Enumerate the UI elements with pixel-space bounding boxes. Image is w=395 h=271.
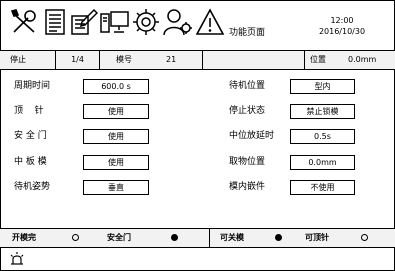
param-label: 取物位置 bbox=[229, 157, 266, 167]
position-readout: 位置 0.0mm bbox=[305, 51, 393, 69]
settings-gear-icon[interactable] bbox=[132, 8, 160, 36]
param-label: 顶 针 bbox=[14, 106, 44, 116]
insert-field[interactable]: 不使用 bbox=[290, 180, 355, 195]
param-label: 模内嵌件 bbox=[229, 182, 266, 192]
notes-icon[interactable] bbox=[70, 8, 98, 36]
signal-label-mold-close: 可关模 bbox=[220, 233, 244, 242]
machine-state: 停止 bbox=[0, 51, 56, 69]
signal-indicator-mold-close bbox=[275, 234, 282, 241]
param-label: 中位放延时 bbox=[229, 131, 275, 141]
pick-position-field[interactable]: 0.0mm bbox=[290, 155, 355, 170]
middle-plate-field[interactable]: 使用 bbox=[83, 155, 149, 170]
signal-label-mold-open: 开模完 bbox=[12, 233, 36, 242]
tools-icon[interactable] bbox=[10, 8, 40, 36]
signal-bar: 开模完 安全门 可关模 可顶针 bbox=[0, 228, 395, 248]
signal-label-ejector: 可顶针 bbox=[305, 233, 329, 242]
user-icon[interactable] bbox=[162, 8, 192, 36]
document-icon[interactable] bbox=[44, 8, 66, 36]
ejector-field[interactable]: 使用 bbox=[83, 104, 149, 119]
warning-icon[interactable] bbox=[196, 8, 224, 36]
monitor-icon[interactable] bbox=[100, 8, 130, 36]
page-title: 功能页面 bbox=[229, 28, 266, 38]
page-indicator[interactable]: 1/4 bbox=[56, 51, 100, 69]
param-label: 中 板 模 bbox=[14, 157, 47, 167]
safety-door-field[interactable]: 使用 bbox=[83, 129, 149, 144]
mold-value: 21 bbox=[166, 55, 177, 64]
param-label: 停止状态 bbox=[229, 106, 266, 116]
alarm-light-icon[interactable] bbox=[9, 251, 25, 266]
mold-number: 模号 21 bbox=[100, 51, 203, 69]
clock-date: 2016/10/30 bbox=[318, 27, 366, 36]
standby-posture-field[interactable]: 垂直 bbox=[83, 180, 149, 195]
signal-label-safety-door: 安全门 bbox=[107, 233, 131, 242]
position-label: 位置 bbox=[310, 55, 326, 64]
stop-state-field[interactable]: 禁止锁模 bbox=[290, 104, 355, 119]
param-label: 安 全 门 bbox=[14, 131, 47, 141]
cycle-time-field[interactable]: 600.0 s bbox=[83, 79, 149, 94]
param-label: 待机位置 bbox=[229, 81, 266, 91]
signal-indicator-mold-open bbox=[72, 234, 79, 241]
release-delay-field[interactable]: 0.5s bbox=[290, 129, 355, 144]
param-label: 待机姿势 bbox=[14, 182, 51, 192]
signal-divider bbox=[209, 229, 210, 247]
param-label: 周期时间 bbox=[14, 81, 51, 91]
clock-time: 12:00 bbox=[330, 16, 354, 25]
signal-indicator-ejector bbox=[361, 234, 368, 241]
clock: 12:00 2016/10/30 bbox=[300, 15, 384, 37]
status-bar: 停止 1/4 模号 21 位置 0.0mm bbox=[0, 50, 395, 70]
mold-label: 模号 bbox=[116, 55, 132, 64]
signal-indicator-safety-door bbox=[171, 234, 178, 241]
position-value: 0.0mm bbox=[348, 55, 377, 64]
standby-position-field[interactable]: 型内 bbox=[290, 79, 355, 94]
status-spacer bbox=[203, 51, 305, 69]
